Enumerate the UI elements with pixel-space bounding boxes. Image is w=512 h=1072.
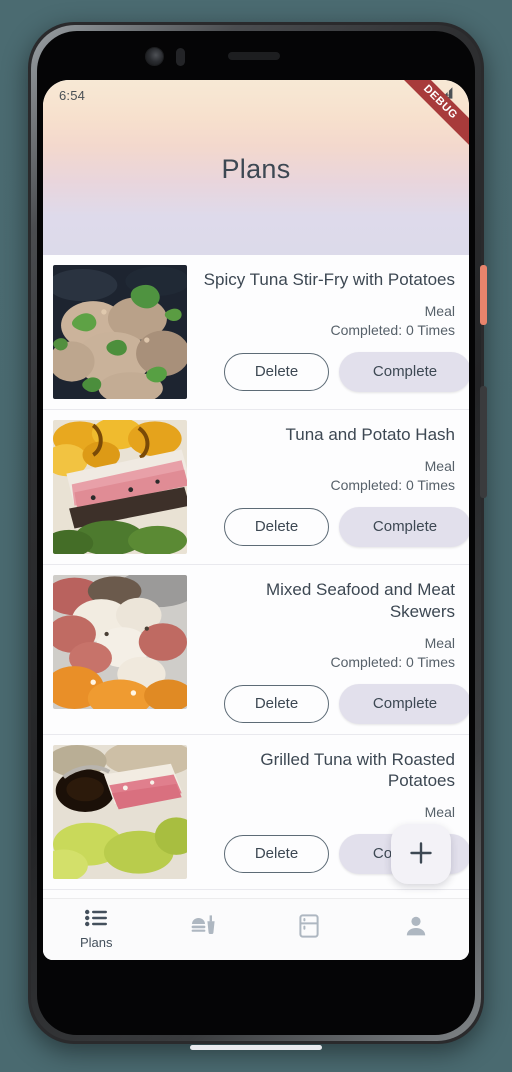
plan-type: Meal [424,302,455,319]
volume-rocker-button[interactable] [480,386,487,498]
plan-card-actions: Delete Complete [224,351,469,392]
home-gesture-bar[interactable] [190,1045,322,1050]
plan-type: Meal [424,804,455,821]
plan-meta: Meal [425,803,455,823]
plan-card[interactable]: Spicy Tuna Stir-Fry with Potatoes Meal C… [43,255,469,410]
plan-meta: Meal Completed: 0 Times [331,302,456,341]
plan-card-body: Mixed Seafood and Meat Skewers Meal Comp… [197,575,469,724]
plus-icon [408,840,434,869]
fridge-icon [299,913,319,943]
app-header: 6:54 Plans DEBUG [43,80,469,255]
proximity-sensor-icon [176,48,185,66]
plan-title: Mixed Seafood and Meat Skewers [265,580,455,621]
plan-title: Grilled Tuna with Roasted Potatoes [260,749,455,791]
delete-button[interactable]: Delete [224,834,329,873]
earpiece-speaker [228,52,280,60]
plan-card[interactable]: Mixed Seafood and Meat Skewers Meal Comp… [43,565,469,735]
plan-completed-count: Completed: 0 Times [330,322,456,339]
front-camera-icon [145,47,164,66]
fastfood-icon [190,914,216,943]
spicy-tuna-stir-fry-photo [53,265,187,399]
plan-card[interactable]: Tuna and Potato Hash Meal Completed: 0 T… [43,410,469,565]
plan-type: Meal [424,634,455,651]
nav-item-recipes[interactable] [150,899,257,960]
plan-card-body: Tuna and Potato Hash Meal Completed: 0 T… [197,420,469,554]
complete-button[interactable]: Complete [339,351,469,392]
plan-type: Meal [424,457,455,474]
app-viewport: 6:54 Plans DEBUG Spicy Tuna Stir-Fry wit… [43,80,469,960]
add-plan-fab[interactable] [391,824,451,884]
person-icon [404,914,428,943]
complete-button[interactable]: Complete [339,683,469,724]
grilled-tuna-roasted-potatoes-photo [53,744,187,879]
delete-button[interactable]: Delete [224,352,329,391]
status-bar: 6:54 [43,80,469,110]
delete-button[interactable]: Delete [224,684,329,723]
list-icon [85,909,108,932]
bottom-navigation-bar: Plans [43,898,469,960]
mixed-seafood-meat-skewers-photo [53,575,187,709]
plan-title: Spicy Tuna Stir-Fry with Potatoes [203,270,455,289]
plan-card-actions: Delete Complete [224,506,469,547]
complete-button[interactable]: Complete [339,506,469,547]
power-button[interactable] [480,265,487,325]
plan-title: Tuna and Potato Hash [285,425,456,444]
delete-button[interactable]: Delete [224,507,329,546]
status-bar-clock: 6:54 [59,87,86,103]
nav-item-profile[interactable] [363,899,470,960]
plan-card-actions: Delete Complete [224,683,469,724]
plan-completed-count: Completed: 0 Times [330,477,456,494]
nav-item-plans[interactable]: Plans [43,899,150,960]
nav-item-plans-label: Plans [79,935,113,950]
plan-completed-count: Completed: 0 Times [330,654,456,671]
tuna-potato-hash-photo [53,420,187,554]
nav-item-fridge[interactable] [256,899,363,960]
screenshot-stage: 6:54 Plans DEBUG Spicy Tuna Stir-Fry wit… [0,0,512,1072]
plan-card-body: Spicy Tuna Stir-Fry with Potatoes Meal C… [197,265,469,399]
plan-meta: Meal Completed: 0 Times [331,457,456,496]
page-title: Plans [221,154,291,184]
plan-meta: Meal Completed: 0 Times [331,634,456,673]
